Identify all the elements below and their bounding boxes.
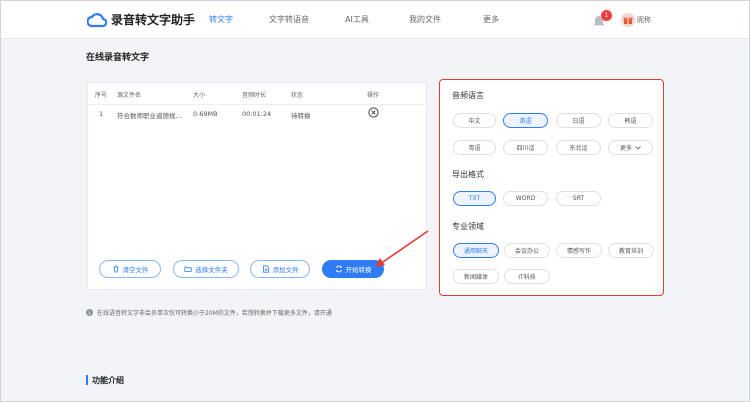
lang-more-label: 更多 bbox=[619, 145, 632, 152]
format-option-txt[interactable]: TXT bbox=[453, 191, 496, 206]
lang-option-korean[interactable]: 韩语 bbox=[608, 113, 653, 128]
col-action: 操作 bbox=[367, 92, 380, 99]
function-intro-title: 功能介绍 bbox=[92, 376, 124, 385]
row-status: 待转换 bbox=[291, 112, 311, 120]
top-navbar: 录音转文字助手 转文字 文字转语音 AI工具 我的文件 更多 1 昵称 bbox=[1, 1, 749, 39]
member-limit-notice: 在线语音转文字非会员单次仅可转换小于20M的文件，若想转换并下载更多文件，请开通 bbox=[86, 308, 332, 317]
format-option-srt[interactable]: SRT bbox=[556, 191, 601, 206]
nav-more[interactable]: 更多 bbox=[483, 14, 499, 25]
folder-icon bbox=[184, 266, 192, 272]
choose-folder-label: 选择文件夹 bbox=[195, 266, 228, 274]
convert-icon bbox=[335, 265, 342, 273]
row-size: 0.69MB bbox=[193, 110, 218, 118]
nav-my-files[interactable]: 我的文件 bbox=[409, 14, 441, 25]
domain-option-education[interactable]: 教育培训 bbox=[608, 243, 654, 258]
col-filename: 源文件名 bbox=[117, 92, 142, 99]
domain-option-writing[interactable]: 情感写作 bbox=[556, 243, 602, 258]
start-convert-label: 开始转换 bbox=[345, 266, 372, 274]
app-logo[interactable]: 录音转文字助手 bbox=[87, 11, 195, 28]
lang-option-cantonese[interactable]: 粤语 bbox=[453, 140, 496, 155]
clear-files-label: 清空文件 bbox=[122, 266, 149, 274]
choose-folder-button[interactable]: 选择文件夹 bbox=[173, 260, 239, 278]
row-duration: 00:01:24 bbox=[242, 110, 272, 118]
lang-option-chinese[interactable]: 中文 bbox=[453, 113, 496, 128]
col-status: 状态 bbox=[291, 92, 304, 99]
add-file-button[interactable]: 添加文件 bbox=[250, 260, 310, 278]
row-filename: 符合数师职业道德规... bbox=[117, 112, 182, 120]
audio-language-title: 音频语言 bbox=[452, 91, 484, 100]
export-format-title: 导出格式 bbox=[452, 170, 484, 179]
format-option-word[interactable]: WORD bbox=[503, 191, 548, 206]
gift-avatar-icon[interactable] bbox=[621, 13, 635, 27]
domain-option-news[interactable]: 新闻媒体 bbox=[453, 269, 499, 284]
chevron-down-icon bbox=[635, 145, 641, 150]
add-file-label: 添加文件 bbox=[272, 266, 299, 274]
arrow-annotation-icon bbox=[375, 230, 429, 267]
cloud-icon bbox=[87, 12, 107, 27]
domain-option-meeting[interactable]: 会议办公 bbox=[504, 243, 550, 258]
notification-badge: 1 bbox=[601, 10, 612, 21]
lang-option-english[interactable]: 英语 bbox=[503, 113, 548, 128]
username[interactable]: 昵称 bbox=[637, 15, 651, 25]
conversion-settings-panel: 音频语言 中文 英语 日语 韩语 粤语 四川话 东北话 更多 导出格式 TXT … bbox=[439, 79, 664, 296]
lang-option-northeast[interactable]: 东北话 bbox=[556, 140, 601, 155]
notice-text: 在线语音转文字非会员单次仅可转换小于20M的文件，若想转换并下载更多文件，请开通 bbox=[97, 310, 332, 317]
section-marker bbox=[86, 375, 88, 385]
col-index: 序号 bbox=[95, 92, 108, 99]
remove-file-icon[interactable] bbox=[368, 107, 379, 118]
col-size: 大小 bbox=[193, 92, 206, 99]
lang-option-japanese[interactable]: 日语 bbox=[556, 113, 601, 128]
header-divider bbox=[88, 104, 426, 105]
lang-option-sichuan[interactable]: 四川话 bbox=[503, 140, 548, 155]
add-file-icon bbox=[262, 265, 269, 273]
page-title: 在线录音转文字 bbox=[86, 53, 150, 63]
domain-option-general[interactable]: 通用聊天 bbox=[453, 243, 499, 258]
nav-ai-tools[interactable]: AI工具 bbox=[345, 14, 369, 25]
nav-text-to-speech[interactable]: 文字转语音 bbox=[269, 14, 309, 25]
info-icon bbox=[86, 309, 93, 316]
lang-more-dropdown[interactable]: 更多 bbox=[608, 140, 653, 155]
nav-speech-to-text[interactable]: 转文字 bbox=[209, 14, 233, 25]
domain-option-it[interactable]: IT科技 bbox=[504, 269, 550, 284]
trash-icon bbox=[113, 265, 118, 273]
row-index: 1 bbox=[99, 110, 104, 118]
col-duration: 音频时长 bbox=[242, 92, 267, 99]
app-title: 录音转文字助手 bbox=[111, 13, 196, 27]
domain-title: 专业领域 bbox=[452, 222, 484, 231]
clear-files-button[interactable]: 清空文件 bbox=[99, 260, 161, 278]
